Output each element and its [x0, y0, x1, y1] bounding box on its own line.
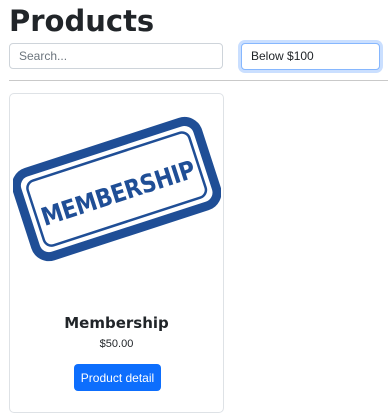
- product-detail-button[interactable]: Product detail: [74, 364, 161, 391]
- price-filter-select[interactable]: Below $100: [241, 43, 380, 70]
- membership-stamp-image: MEMBERSHIP: [13, 116, 221, 262]
- search-input[interactable]: [9, 43, 223, 69]
- divider: [9, 80, 388, 81]
- product-card: MEMBERSHIP Membership $50.00 Product det…: [9, 93, 224, 413]
- product-name: Membership: [64, 314, 169, 332]
- page-title: Products: [9, 4, 155, 38]
- product-price: $50.00: [99, 338, 134, 350]
